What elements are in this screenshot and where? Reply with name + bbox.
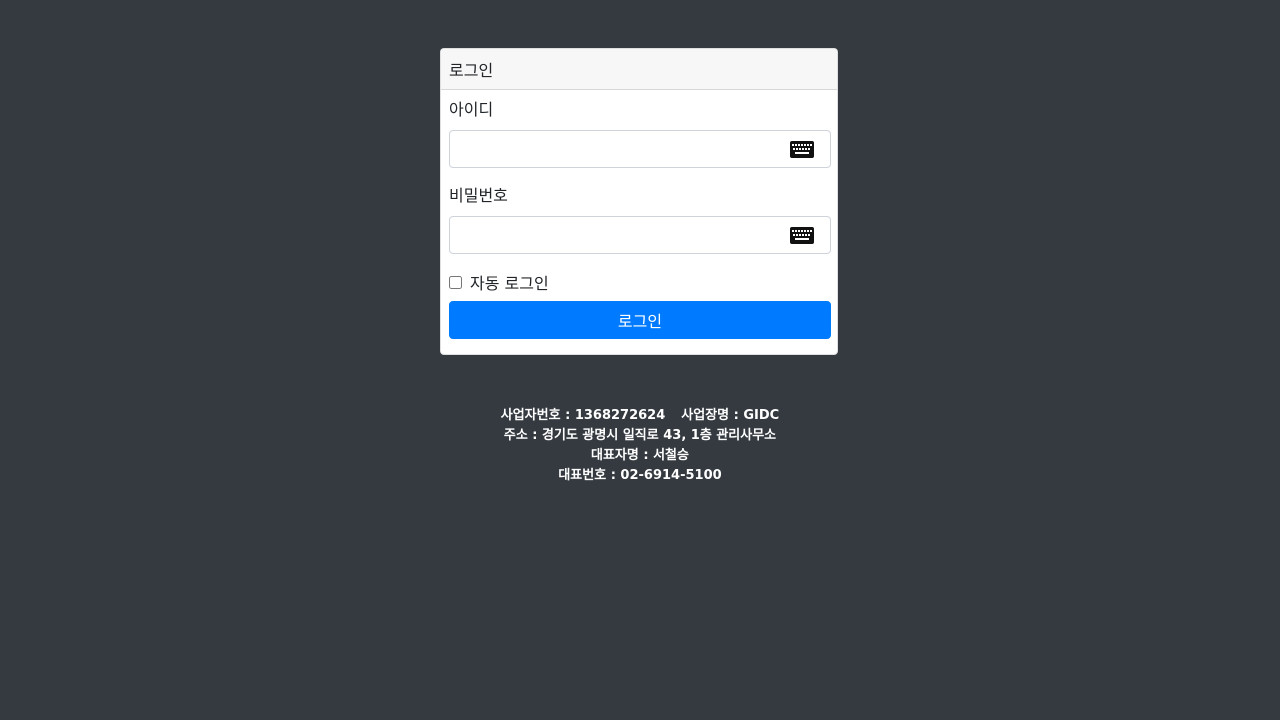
business-info-footer: 사업자번호 : 1368272624 사업장명 : GIDC 주소 : 경기도 광… (0, 406, 1280, 486)
login-card: 로그인 아이디 비밀번호 자동 로그인 로그인 (440, 48, 838, 355)
business-number: 사업자번호 : 1368272624 (500, 408, 666, 423)
footer-phone: 대표번호 : 02-6914-5100 (558, 468, 722, 483)
id-input[interactable] (449, 130, 831, 168)
footer-representative: 대표자명 : 서철승 (591, 448, 689, 463)
login-button[interactable]: 로그인 (449, 301, 831, 339)
footer-address: 주소 : 경기도 광명시 일직로 43, 1층 관리사무소 (503, 428, 777, 443)
auto-login-label[interactable]: 자동 로그인 (470, 270, 549, 294)
auto-login-row: 자동 로그인 (449, 270, 829, 294)
login-card-header: 로그인 (441, 49, 837, 90)
password-field-wrapper (449, 216, 831, 254)
id-label: 아이디 (449, 100, 494, 119)
business-name: 사업장명 : GIDC (681, 408, 780, 423)
id-field-wrapper (449, 130, 831, 168)
keyboard-icon[interactable] (790, 141, 814, 158)
auto-login-checkbox[interactable] (449, 275, 462, 289)
login-form: 아이디 비밀번호 자동 로그인 로그인 (441, 100, 837, 339)
footer-line-business: 사업자번호 : 1368272624 사업장명 : GIDC (0, 406, 1280, 426)
password-label: 비밀번호 (449, 186, 508, 205)
login-card-title: 로그인 (449, 61, 494, 80)
keyboard-icon[interactable] (790, 227, 814, 244)
password-input[interactable] (449, 216, 831, 254)
